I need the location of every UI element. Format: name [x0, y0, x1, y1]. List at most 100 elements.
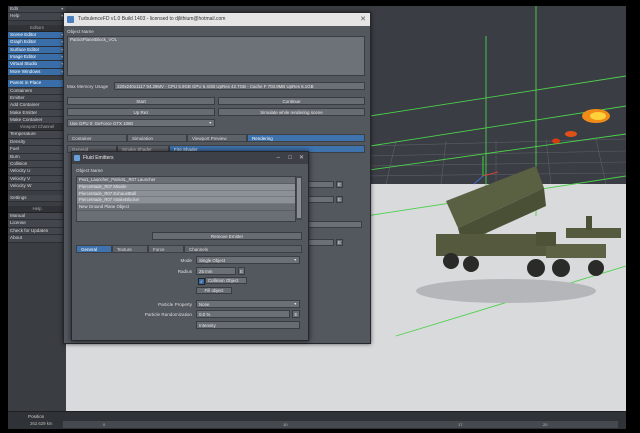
close-icon[interactable]: ✕ — [360, 13, 366, 26]
menu-make-container[interactable]: Make Container — [8, 117, 66, 125]
gpu-select[interactable]: Use GPU 0: GeForce GTX 1080 ▼ — [67, 119, 215, 127]
tab-channels[interactable]: Channels — [184, 245, 302, 253]
timeline-tick: 20 — [543, 422, 548, 427]
envelope-button[interactable]: E — [336, 239, 343, 246]
gpu-select-value: Use GPU 0: GeForce GTX 1080 — [70, 121, 133, 126]
fluid-emitters-window: Fluid Emitters – □ ✕ Object Name Pvs1_La… — [71, 151, 309, 341]
bg-field[interactable] — [304, 221, 362, 228]
fluid-emitters-titlebar[interactable]: Fluid Emitters – □ ✕ — [72, 152, 308, 164]
timeline[interactable]: 0 10 17 20 — [63, 421, 618, 428]
menu-image-editor[interactable]: Image Editor — [8, 53, 66, 62]
remove-emitter-button[interactable]: Remove Emitter — [152, 232, 302, 240]
menu-settings[interactable]: Settings — [8, 194, 66, 202]
editors-header: Editors — [8, 24, 66, 32]
fill-object-button[interactable]: Fill object — [196, 287, 232, 294]
continue-button[interactable]: Continue — [218, 97, 365, 105]
envelope-button[interactable]: E — [336, 196, 343, 203]
help-about[interactable]: About — [8, 235, 66, 243]
screen-frame: Edit Help Editors Scene Editor Graph Edi… — [0, 0, 640, 433]
list-item[interactable]: Pvs1_Launcher_PatriotL_R07 Launcher — [77, 177, 295, 184]
tab-simulation[interactable]: Simulation — [127, 134, 187, 142]
list-item[interactable]: PierceMade_R07 Missile — [77, 183, 295, 191]
chevron-down-icon: ▼ — [293, 258, 297, 262]
channel-temperature[interactable]: Temperature — [8, 131, 66, 139]
fluid-emitters-title: Fluid Emitters — [83, 155, 114, 161]
menu-more-windows[interactable]: More Windows — [8, 68, 66, 77]
envelope-button[interactable]: E — [336, 181, 343, 188]
turbulence-titlebar[interactable]: TurbulenceFD v1.0 Build 1403 - licensed … — [64, 13, 370, 26]
channel-fuel[interactable]: Fuel — [8, 146, 66, 154]
collision-object-checkbox[interactable]: ✓ — [198, 278, 205, 285]
chevron-down-icon: ▼ — [293, 302, 297, 306]
radius-envelope-button[interactable]: E — [238, 267, 245, 275]
list-item[interactable]: PierceMade_R07 ExhaustBall — [77, 190, 295, 198]
viewport-channel-header: Viewport Channel — [8, 124, 66, 132]
menu-parent-in-place[interactable]: Parent in Place — [8, 80, 66, 88]
object-name-label: Object Name — [76, 168, 103, 173]
radius-label: Radius — [177, 269, 192, 274]
help-license[interactable]: License — [8, 220, 66, 228]
radius-field[interactable]: 25 mm — [196, 267, 236, 275]
particle-property-select[interactable]: None ▼ — [196, 300, 300, 308]
emitter-object-list[interactable]: Pvs1_Launcher_PatriotL_R07 Launcher Pier… — [76, 176, 296, 222]
particle-property-value: None — [199, 302, 210, 307]
uprez-button[interactable]: Up Rez — [67, 108, 215, 116]
app-window: Edit Help Editors Scene Editor Graph Edi… — [8, 6, 626, 429]
tab-general[interactable]: General — [76, 245, 112, 253]
turbulence-title: TurbulenceFD v1.0 Build 1403 - licensed … — [78, 16, 226, 22]
channel-collision[interactable]: Collision — [8, 161, 66, 169]
menu-add-container[interactable]: Add Container — [8, 102, 66, 110]
help-manual[interactable]: Manual — [8, 212, 66, 221]
timeline-tick: 0 — [103, 422, 106, 427]
chevron-down-icon: ▼ — [208, 121, 212, 125]
menu-virtual-studio[interactable]: Virtual Studio — [8, 61, 66, 69]
app-icon — [74, 155, 80, 161]
tab-viewport-preview[interactable]: Viewport Preview — [187, 134, 247, 142]
list-item[interactable]: New Ground Plane Object — [77, 204, 295, 211]
app-icon — [67, 16, 74, 23]
randomization-envelope-button[interactable]: E — [292, 310, 300, 318]
menu-scene-editor[interactable]: Scene Editor — [8, 31, 66, 40]
help-header: Help — [8, 205, 66, 213]
list-scrollbar[interactable] — [296, 176, 302, 220]
maximize-icon[interactable]: □ — [288, 152, 292, 164]
channel-velocity-u[interactable]: Velocity U — [8, 168, 66, 176]
minimize-icon[interactable]: – — [277, 152, 280, 164]
tab-force[interactable]: Force — [148, 245, 184, 253]
turbulence-tabs: Container Simulation Viewport Preview Re… — [67, 134, 365, 142]
menu-make-emitter[interactable]: Make Emitter — [8, 109, 66, 118]
simulate-while-rendering-button[interactable]: Simulate while rendering scene — [218, 108, 365, 116]
max-memory-label: Max Memory Usage — [67, 84, 109, 89]
menu-graph-editor[interactable]: Graph Editor — [8, 39, 66, 47]
help-check-updates[interactable]: Check for Updates — [8, 227, 66, 236]
object-name-label: Object Name — [67, 29, 94, 34]
mode-select[interactable]: Single Object ▼ — [196, 256, 300, 264]
object-name-field[interactable]: PatriotPlanetBlock_VOL — [67, 36, 365, 76]
tab-texture[interactable]: Texture — [112, 245, 148, 253]
list-item[interactable]: PierceMade_R07 IntakeBlocker — [77, 197, 295, 205]
channel-density[interactable]: Density — [8, 138, 66, 147]
tab-container[interactable]: Container — [67, 134, 127, 142]
channel-burn[interactable]: Burn — [8, 153, 66, 162]
channel-velocity-w[interactable]: Velocity W — [8, 183, 66, 191]
particle-randomization-label: Particle Randomization — [144, 312, 192, 317]
menu-containers[interactable]: Containers — [8, 87, 66, 95]
channel-velocity-v[interactable]: Velocity V — [8, 175, 66, 184]
start-button[interactable]: Start — [67, 97, 215, 105]
menu-edit[interactable]: Edit — [8, 6, 66, 14]
timeline-tick: 10 — [283, 422, 288, 427]
memory-info: 320x240x1117 94.29MV - CPU 6.9GB GPU 5.4… — [114, 82, 365, 90]
mode-value: Single Object — [199, 258, 226, 263]
object-name-value: PatriotPlanetBlock_VOL — [70, 37, 118, 42]
particle-randomization-field[interactable]: 0.0 % — [196, 310, 290, 318]
close-icon[interactable]: ✕ — [299, 152, 304, 164]
collision-object-label: Collision Object — [205, 277, 247, 284]
menu-help[interactable]: Help — [8, 13, 66, 21]
menu-emitter[interactable]: Emitter — [8, 94, 66, 103]
menu-surface-editor[interactable]: Surface Editor — [8, 46, 66, 54]
tab-rendering[interactable]: Rendering — [247, 134, 365, 142]
position-label: Position — [28, 414, 45, 419]
position-value[interactable]: 262.629 km — [30, 421, 52, 426]
scrollbar-thumb[interactable] — [297, 178, 301, 218]
intensity-button[interactable]: Intensity — [196, 321, 300, 329]
